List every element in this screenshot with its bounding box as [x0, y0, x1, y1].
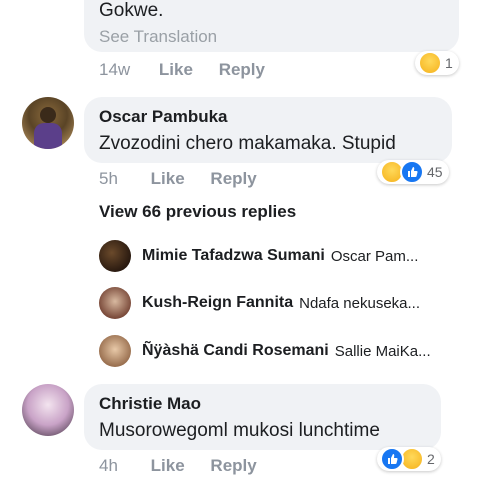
like-reaction-icon — [380, 447, 404, 471]
reaction-summary[interactable]: 1 — [415, 51, 459, 75]
reply-preview: Sallie MaiKa... — [334, 342, 431, 360]
reply-preview: Oscar Pam... — [330, 247, 419, 265]
avatar[interactable] — [99, 335, 131, 367]
reply-author[interactable]: Mimie Tafadzwa Sumani — [142, 247, 325, 265]
reply-item[interactable]: Kush-Reign Fannita Ndafa nekuseka... — [142, 294, 420, 312]
comment-time[interactable]: 4h — [99, 456, 118, 475]
like-button[interactable]: Like — [159, 60, 193, 79]
comment-time[interactable]: 14w — [99, 60, 130, 79]
reaction-count: 45 — [427, 164, 443, 180]
comment-text: Musorowegoml mukosi lunchtime — [99, 420, 380, 441]
comment-time[interactable]: 5h — [99, 169, 118, 188]
reply-author[interactable]: Kush-Reign Fannita — [142, 294, 293, 312]
reaction-summary[interactable]: 2 — [377, 447, 441, 471]
comment-author[interactable]: Oscar Pambuka — [99, 107, 228, 127]
avatar[interactable] — [22, 97, 74, 149]
see-translation-link[interactable]: See Translation — [99, 27, 217, 47]
reply-item[interactable]: Ñÿàshä Candi Rosemani Sallie MaiKa... — [142, 342, 431, 360]
haha-reaction-icon — [418, 51, 442, 75]
comment-text: Zvozodini chero makamaka. Stupid — [99, 133, 396, 154]
comment-meta: 4h Like Reply — [99, 456, 257, 476]
view-previous-replies-link[interactable]: View 66 previous replies — [99, 202, 296, 222]
reply-item[interactable]: Mimie Tafadzwa Sumani Oscar Pam... — [142, 247, 418, 265]
comment-meta: 5h Like Reply — [99, 169, 257, 189]
reaction-summary[interactable]: 45 — [377, 160, 449, 184]
comment-text: Gokwe. — [99, 0, 164, 21]
like-button[interactable]: Like — [151, 456, 185, 475]
like-reaction-icon — [400, 160, 424, 184]
reply-button[interactable]: Reply — [210, 456, 256, 475]
reply-author[interactable]: Ñÿàshä Candi Rosemani — [142, 342, 329, 360]
comment-meta: 14w Like Reply — [99, 60, 265, 80]
comment-author[interactable]: Christie Mao — [99, 394, 201, 414]
avatar[interactable] — [99, 240, 131, 272]
reply-preview: Ndafa nekuseka... — [299, 294, 421, 312]
avatar[interactable] — [99, 287, 131, 319]
like-button[interactable]: Like — [151, 169, 185, 188]
reaction-count: 2 — [427, 451, 435, 467]
reaction-count: 1 — [445, 55, 453, 71]
avatar[interactable] — [22, 384, 74, 436]
reply-button[interactable]: Reply — [210, 169, 256, 188]
reply-button[interactable]: Reply — [219, 60, 265, 79]
